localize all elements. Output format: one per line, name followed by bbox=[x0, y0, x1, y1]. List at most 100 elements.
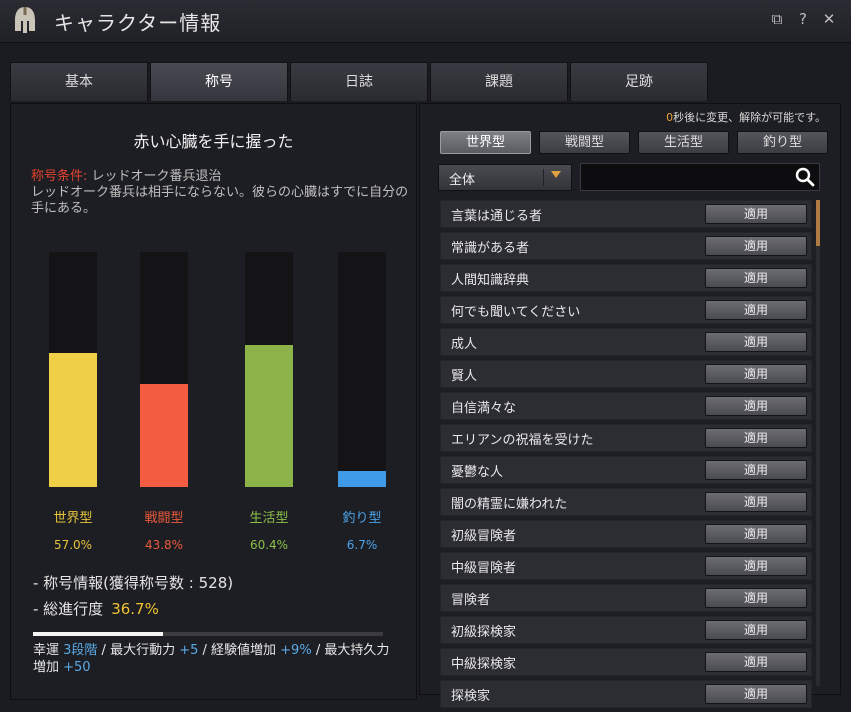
tab-bar: 基本 称号 日誌 課題 足跡 bbox=[10, 62, 708, 102]
title-row[interactable]: 初級冒険者 適用 bbox=[440, 520, 812, 548]
value-label: 6.7% bbox=[346, 538, 378, 552]
value-label: 43.8% bbox=[144, 538, 184, 552]
title-row[interactable]: 中級冒険者 適用 bbox=[440, 552, 812, 580]
filter-fishing[interactable]: 釣り型 bbox=[737, 131, 828, 154]
overall-progress-bar bbox=[33, 632, 383, 636]
title-row[interactable]: 探検家 適用 bbox=[440, 680, 812, 708]
title-row[interactable]: 成人 適用 bbox=[440, 328, 812, 356]
title-row-name: 人間知識辞典 bbox=[451, 273, 530, 288]
tab-footprints[interactable]: 足跡 bbox=[570, 62, 708, 101]
title-row[interactable]: 冒険者 適用 bbox=[440, 584, 812, 612]
title-condition: 称号条件: レッドオーク番兵退治 レッドオーク番兵は相手にならない。彼らの心臓は… bbox=[31, 169, 411, 217]
bonus-value: +50 bbox=[63, 660, 91, 675]
bonus-value: +9% bbox=[280, 643, 312, 658]
help-icon[interactable]: ? bbox=[795, 10, 811, 28]
title-row-name: 憂鬱な人 bbox=[451, 465, 504, 480]
title-row[interactable]: 常識がある者 適用 bbox=[440, 232, 812, 260]
value-label: 60.4% bbox=[249, 538, 289, 552]
spartan-helmet-icon bbox=[15, 7, 35, 33]
title-row-name: 中級冒険者 bbox=[451, 561, 517, 576]
category-label: 釣り型 bbox=[342, 511, 382, 526]
title-row[interactable]: エリアンの祝福を受けた 適用 bbox=[440, 424, 812, 452]
title-row-name: 常識がある者 bbox=[451, 241, 530, 256]
chevron-down-icon bbox=[551, 171, 561, 178]
value-label: 57.0% bbox=[53, 538, 93, 552]
category-label: 生活型 bbox=[249, 511, 289, 526]
title-row-name: 冒険者 bbox=[451, 593, 491, 608]
apply-button[interactable]: 適用 bbox=[705, 684, 807, 704]
title-row-name: 何でも聞いてください bbox=[451, 305, 581, 320]
title-row[interactable]: 闇の精霊に嫌われた 適用 bbox=[440, 488, 812, 516]
tab-basic[interactable]: 基本 bbox=[10, 62, 148, 101]
apply-button[interactable]: 適用 bbox=[705, 396, 807, 416]
overall-progress-value: 36.7% bbox=[111, 600, 159, 618]
title-detail-panel: 赤い心臓を手に握った 称号条件: レッドオーク番兵退治 レッドオーク番兵は相手に… bbox=[10, 103, 417, 700]
bonus-value: +5 bbox=[179, 643, 199, 658]
scope-dropdown[interactable]: 全体 bbox=[438, 164, 572, 191]
title-row-name: 初級探検家 bbox=[451, 625, 517, 640]
bar bbox=[338, 471, 386, 487]
title-bonus-stats: 幸運 3段階 / 最大行動力 +5 / 経験値増加 +9% / 最大持久力増加 … bbox=[33, 642, 393, 676]
filter-combat[interactable]: 戦闘型 bbox=[539, 131, 630, 154]
change-cooldown-notice: 0秒後に変更、解除が可能です。 bbox=[666, 109, 826, 125]
close-icon[interactable]: ✕ bbox=[821, 10, 837, 28]
tab-titles[interactable]: 称号 bbox=[150, 62, 288, 101]
selected-title-name: 赤い心臓を手に握った bbox=[133, 132, 294, 151]
title-row-name: 言葉は通じる者 bbox=[451, 209, 543, 224]
scrollbar-track[interactable] bbox=[816, 200, 820, 686]
scrollbar-thumb[interactable] bbox=[816, 200, 820, 246]
apply-button[interactable]: 適用 bbox=[705, 556, 807, 576]
bar bbox=[49, 353, 97, 487]
apply-button[interactable]: 適用 bbox=[705, 652, 807, 672]
apply-button[interactable]: 適用 bbox=[705, 268, 807, 288]
apply-button[interactable]: 適用 bbox=[705, 460, 807, 480]
apply-button[interactable]: 適用 bbox=[705, 428, 807, 448]
title-row[interactable]: 自信満々な 適用 bbox=[440, 392, 812, 420]
apply-button[interactable]: 適用 bbox=[705, 204, 807, 224]
title-list: 言葉は通じる者 適用 常識がある者 適用 人間知識辞典 適用 何でも聞いてください 適用 成人適… bbox=[440, 200, 812, 712]
search-icon[interactable] bbox=[795, 167, 815, 187]
apply-button[interactable]: 適用 bbox=[705, 620, 807, 640]
tab-journal[interactable]: 日誌 bbox=[290, 62, 428, 101]
condition-description: レッドオーク番兵は相手にならない。彼らの心臓はすでに自分の手にある。 bbox=[31, 185, 409, 216]
cooldown-text: 秒後に変更、解除が可能です。 bbox=[673, 111, 826, 124]
title-list-panel: 0秒後に変更、解除が可能です。 世界型 戦闘型 生活型 釣り型 全体 言葉は通じ… bbox=[419, 103, 841, 708]
title-row[interactable]: 初級探検家 適用 bbox=[440, 616, 812, 644]
title-row[interactable]: 言葉は通じる者 適用 bbox=[440, 200, 812, 228]
apply-button[interactable]: 適用 bbox=[705, 588, 807, 608]
title-row-name: 賢人 bbox=[451, 369, 478, 384]
bonus-text: / 経験値増加 bbox=[198, 643, 281, 658]
apply-button[interactable]: 適用 bbox=[705, 364, 807, 384]
category-label: 世界型 bbox=[53, 511, 93, 526]
bonus-text: / 最大行動力 bbox=[97, 643, 180, 658]
apply-button[interactable]: 適用 bbox=[705, 492, 807, 512]
title-row-name: エリアンの祝福を受けた bbox=[451, 433, 594, 448]
bar-track bbox=[338, 252, 386, 487]
popout-icon[interactable]: ⧉ bbox=[769, 10, 785, 28]
title-row[interactable]: 賢人 適用 bbox=[440, 360, 812, 388]
category-filters: 世界型 戦闘型 生活型 釣り型 bbox=[440, 131, 828, 154]
overall-progress-label: - 総進行度 bbox=[33, 600, 104, 618]
title-row-name: 中級探検家 bbox=[451, 657, 517, 672]
window-title: キャラクター情報 bbox=[54, 11, 222, 35]
filter-life[interactable]: 生活型 bbox=[638, 131, 729, 154]
apply-button[interactable]: 適用 bbox=[705, 236, 807, 256]
title-row-name: 探検家 bbox=[451, 689, 491, 704]
apply-button[interactable]: 適用 bbox=[705, 524, 807, 544]
filter-world[interactable]: 世界型 bbox=[440, 131, 531, 154]
title-row[interactable]: 人間知識辞典 適用 bbox=[440, 264, 812, 292]
apply-button[interactable]: 適用 bbox=[705, 332, 807, 352]
title-progress-chart: 世界型 57.0% 戦闘型 43.8% 生活型 60.4% 釣り型 6.7% bbox=[11, 244, 416, 554]
dropdown-value: 全体 bbox=[449, 173, 476, 188]
title-row[interactable]: 憂鬱な人 適用 bbox=[440, 456, 812, 484]
search-input[interactable] bbox=[580, 163, 820, 191]
overall-progress-fill bbox=[33, 632, 163, 636]
title-row[interactable]: 何でも聞いてください 適用 bbox=[440, 296, 812, 324]
title-bar: キャラクター情報 ⧉ ? ✕ bbox=[0, 0, 851, 43]
apply-button[interactable]: 適用 bbox=[705, 300, 807, 320]
tab-quests[interactable]: 課題 bbox=[430, 62, 568, 101]
condition-label: 称号条件: bbox=[31, 169, 88, 184]
title-row-name: 初級冒険者 bbox=[451, 529, 517, 544]
bar bbox=[245, 345, 293, 487]
title-row[interactable]: 中級探検家 適用 bbox=[440, 648, 812, 676]
